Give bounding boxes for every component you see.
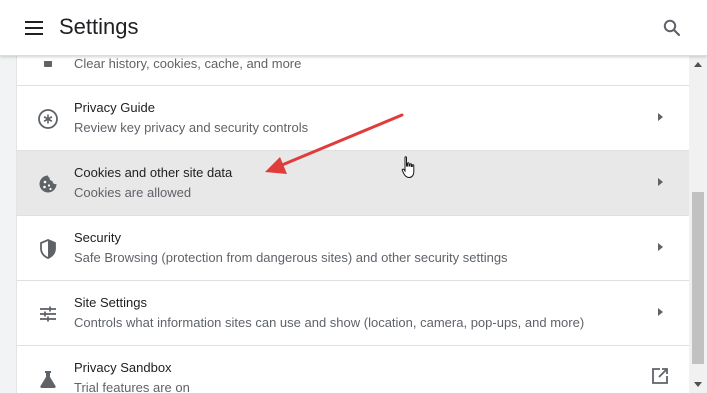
chevron-right-icon <box>653 305 667 319</box>
scrollbar-thumb[interactable] <box>692 192 704 364</box>
chevron-right-icon <box>653 110 667 124</box>
trash-icon <box>37 57 59 83</box>
row-label: Cookies and other site data <box>74 165 233 180</box>
scroll-down-arrow-icon[interactable] <box>694 382 702 387</box>
privacy-guide-row[interactable]: Privacy Guide Review key privacy and sec… <box>17 85 689 150</box>
site-settings-row[interactable]: Site Settings Controls what information … <box>17 280 689 345</box>
chevron-right-icon <box>653 240 667 254</box>
row-subtitle: Clear history, cookies, cache, and more <box>74 56 302 71</box>
row-label: Site Settings <box>74 295 147 310</box>
row-label: Security <box>74 230 121 245</box>
scroll-up-arrow-icon[interactable] <box>694 62 702 67</box>
vertical-scrollbar[interactable] <box>689 56 707 393</box>
cookie-icon <box>37 173 59 195</box>
row-subtitle: Controls what information sites can use … <box>74 315 585 330</box>
sliders-icon <box>37 303 59 325</box>
chevron-right-icon <box>653 175 667 189</box>
privacy-guide-icon <box>37 108 59 130</box>
hamburger-menu-icon[interactable] <box>22 18 46 38</box>
row-subtitle: Trial features are on <box>74 380 190 393</box>
clear-browsing-data-row[interactable]: Clear history, cookies, cache, and more <box>17 56 689 85</box>
row-subtitle: Cookies are allowed <box>74 185 192 200</box>
row-label: Privacy Guide <box>74 100 155 115</box>
cookies-site-data-row[interactable]: Cookies and other site data Cookies are … <box>17 150 689 215</box>
flask-icon <box>37 368 59 390</box>
row-subtitle: Review key privacy and security controls <box>74 120 309 135</box>
privacy-sandbox-row[interactable]: Privacy Sandbox Trial features are on <box>17 345 689 393</box>
privacy-security-card: Clear history, cookies, cache, and more … <box>16 56 689 393</box>
shield-icon <box>37 238 59 260</box>
row-subtitle: Safe Browsing (protection from dangerous… <box>74 250 508 265</box>
external-link-icon[interactable] <box>650 366 670 386</box>
search-icon[interactable] <box>660 16 684 40</box>
row-label: Privacy Sandbox <box>74 360 172 375</box>
page-title: Settings <box>59 14 139 39</box>
security-row[interactable]: Security Safe Browsing (protection from … <box>17 215 689 280</box>
app-header: Settings <box>0 0 707 56</box>
